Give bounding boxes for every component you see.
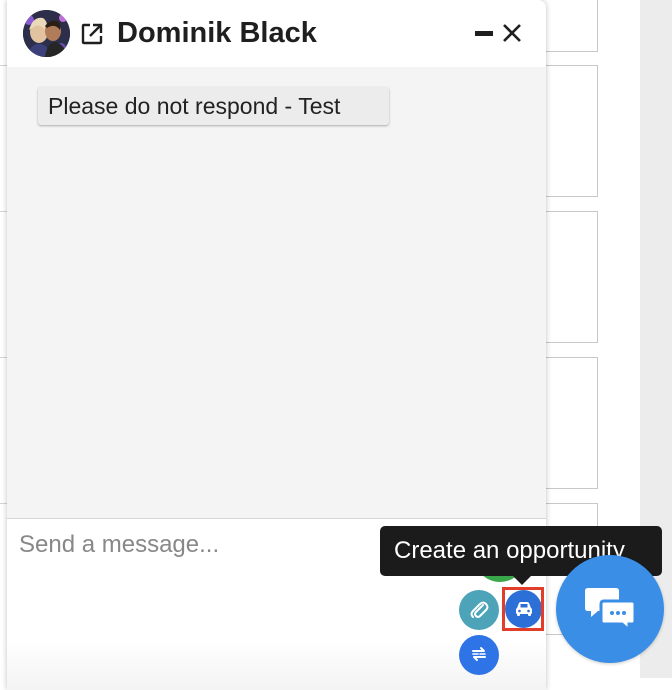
chat-bubble-icon xyxy=(585,588,637,634)
close-icon[interactable] xyxy=(501,22,523,44)
contact-name: Dominik Black xyxy=(117,17,317,49)
chat-window: Dominik Black Please do not respond - Te… xyxy=(7,0,546,690)
message-bubble: Please do not respond - Test xyxy=(38,87,389,125)
attachment-icon xyxy=(470,601,489,618)
transfer-button[interactable] xyxy=(459,635,499,675)
opportunity-button-highlight xyxy=(502,587,544,631)
transfer-icon xyxy=(472,647,486,661)
avatar xyxy=(23,10,70,57)
chat-launcher-button[interactable] xyxy=(556,555,664,663)
external-link-icon[interactable] xyxy=(80,22,104,46)
message-list: Please do not respond - Test xyxy=(7,67,546,518)
attach-button[interactable] xyxy=(459,590,499,630)
chat-header: Dominik Black xyxy=(7,0,546,67)
minimize-icon[interactable] xyxy=(473,22,495,44)
tooltip-arrow xyxy=(513,576,531,585)
